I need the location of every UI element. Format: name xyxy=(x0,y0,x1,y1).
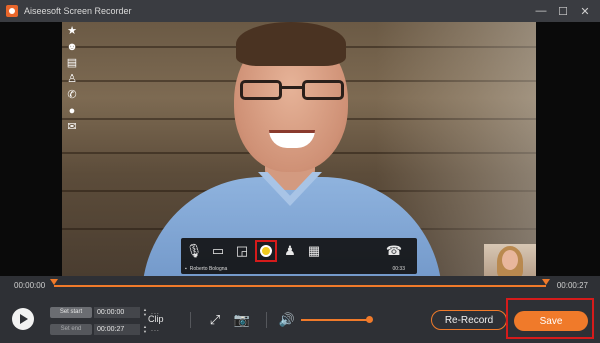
call-toolbar: 🎙 ▭ ◲ ♟ ▦ ☎ ▪ Roberto Bologna 00:33 xyxy=(181,238,417,274)
end-dots: ... xyxy=(151,325,160,333)
play-button[interactable] xyxy=(12,308,34,330)
playback-controls: Set start 00:00:00 ▲ ▼ ... Set end 00:00:… xyxy=(0,298,600,343)
divider xyxy=(266,312,267,328)
call-side-toolbar: ★ ☻ ▤ ♙ ✆ ● ✉ xyxy=(63,22,81,134)
end-marker[interactable] xyxy=(542,279,550,285)
clip-button[interactable]: Clip xyxy=(148,314,164,324)
pip-webcam xyxy=(484,244,536,276)
timeline: 00:00:00 00:00:27 xyxy=(0,276,600,296)
end-time-stepper[interactable]: ▲ ▼ xyxy=(142,324,148,334)
share-screen-icon[interactable]: ◲ xyxy=(231,240,253,262)
timeline-track[interactable] xyxy=(54,285,546,287)
participants-icon[interactable]: ♟ xyxy=(279,240,301,262)
rerecord-button[interactable]: Re-Record xyxy=(431,310,507,330)
mic-off-icon[interactable]: 🎙 xyxy=(183,240,205,262)
set-end-row: Set end 00:00:27 ▲ ▼ ... xyxy=(50,323,160,335)
fullscreen-icon[interactable]: ⤢ xyxy=(207,312,223,328)
app-window: Aiseesoft Screen Recorder — ☐ ✕ ★ ☻ ▤ ♙ … xyxy=(0,0,600,343)
volume-slider[interactable] xyxy=(301,319,369,321)
timeline-start-time: 00:00:00 xyxy=(14,281,46,290)
chat-icon[interactable]: ● xyxy=(64,104,80,118)
video-preview: ★ ☻ ▤ ♙ ✆ ● ✉ 🎙 ▭ ◲ ♟ ▦ ☎ ▪ Roberto Bolo… xyxy=(0,22,600,276)
participant-name: ▪ Roberto Bologna xyxy=(185,266,228,272)
app-logo-icon xyxy=(6,5,18,17)
camera-icon[interactable]: 📷 xyxy=(234,312,250,328)
start-marker[interactable] xyxy=(50,279,58,285)
save-button[interactable]: Save xyxy=(514,311,588,331)
call-duration: 00:33 xyxy=(392,266,405,272)
star-icon[interactable]: ★ xyxy=(64,24,80,38)
video-off-icon[interactable]: ▭ xyxy=(207,240,229,262)
divider xyxy=(190,312,191,328)
timeline-end-time: 00:00:27 xyxy=(556,281,588,290)
hang-up-icon[interactable]: ☎ xyxy=(383,240,405,262)
set-end-button[interactable]: Set end xyxy=(50,323,92,335)
close-button[interactable]: ✕ xyxy=(574,0,596,22)
start-time-field[interactable]: 00:00:00 xyxy=(94,306,140,318)
set-start-row: Set start 00:00:00 ▲ ▼ ... xyxy=(50,306,160,318)
participant-avatar-icon: ▪ xyxy=(185,266,187,272)
volume-knob[interactable] xyxy=(366,316,373,323)
volume-icon[interactable]: 🔊 xyxy=(279,312,295,328)
record-icon[interactable] xyxy=(255,240,277,262)
mail-icon[interactable]: ✉ xyxy=(64,120,80,134)
set-start-button[interactable]: Set start xyxy=(50,306,92,318)
contact-card-icon[interactable]: ▤ xyxy=(64,56,80,70)
minimize-button[interactable]: — xyxy=(530,0,552,22)
end-time-field[interactable]: 00:00:27 xyxy=(94,323,140,335)
glasses xyxy=(240,80,344,100)
title-bar: Aiseesoft Screen Recorder — ☐ ✕ xyxy=(0,0,600,22)
user-add-icon[interactable]: ♙ xyxy=(64,72,80,86)
group-icon[interactable]: ☻ xyxy=(64,40,80,54)
call-icon[interactable]: ✆ xyxy=(64,88,80,102)
keypad-icon[interactable]: ▦ xyxy=(303,240,325,262)
window-controls: — ☐ ✕ xyxy=(530,0,596,22)
maximize-button[interactable]: ☐ xyxy=(552,0,574,22)
window-title: Aiseesoft Screen Recorder xyxy=(24,6,132,16)
save-highlight: Save xyxy=(506,298,594,339)
